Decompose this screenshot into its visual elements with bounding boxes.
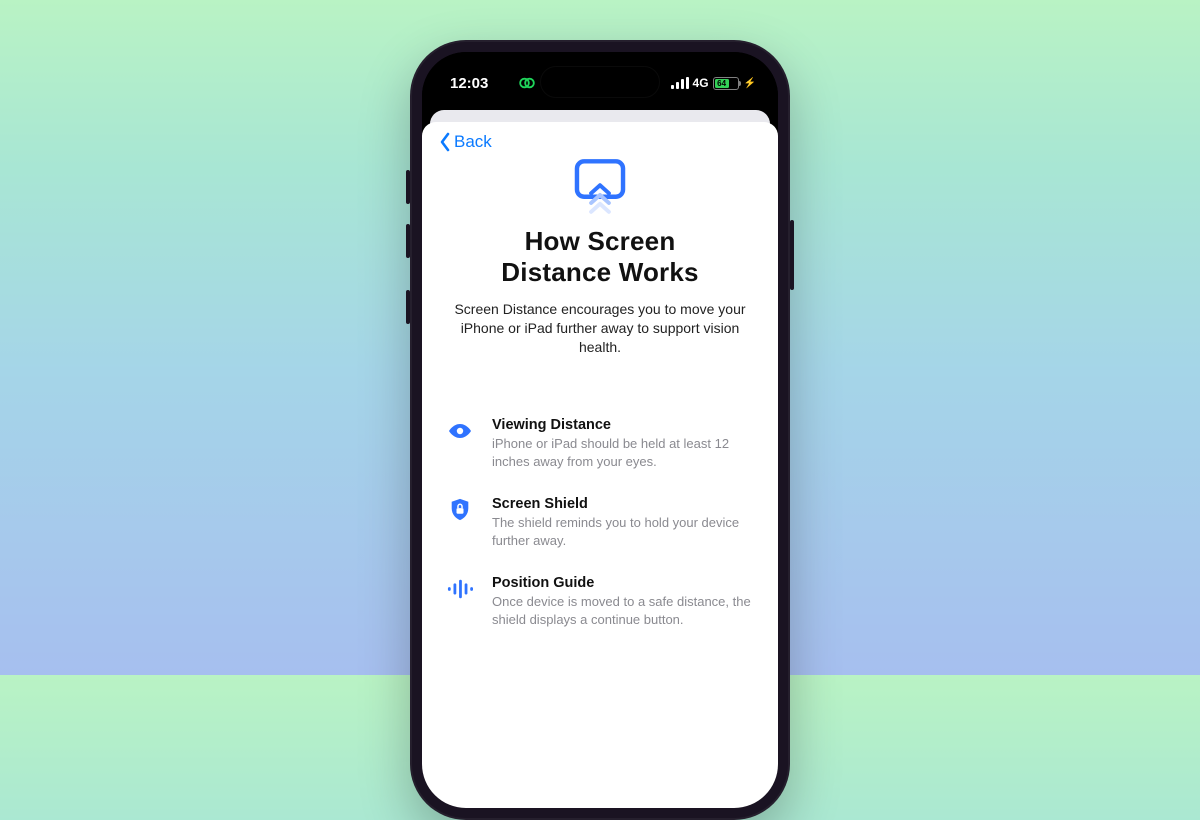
- waveform-icon: [446, 575, 474, 601]
- page-title: How Screen Distance Works: [501, 226, 698, 288]
- network-label: 4G: [693, 76, 709, 90]
- dynamic-island: [540, 66, 660, 98]
- battery-icon: 64: [713, 77, 739, 90]
- modal-sheet: Back How Screen Distance Works Screen Di…: [422, 122, 778, 808]
- back-button[interactable]: Back: [438, 132, 756, 152]
- screen-distance-hero-icon: [564, 156, 636, 218]
- eye-icon: [446, 417, 474, 443]
- feature-viewing-distance: Viewing Distance iPhone or iPad should b…: [446, 417, 754, 470]
- hero-section: How Screen Distance Works Screen Distanc…: [444, 156, 756, 357]
- shield-lock-icon: [446, 496, 474, 522]
- feature-desc: The shield reminds you to hold your devi…: [492, 514, 754, 549]
- feature-desc: iPhone or iPad should be held at least 1…: [492, 435, 754, 470]
- back-label: Back: [454, 132, 492, 152]
- page-description: Screen Distance encourages you to move y…: [444, 300, 756, 357]
- feature-title: Viewing Distance: [492, 417, 754, 433]
- feature-position-guide: Position Guide Once device is moved to a…: [446, 575, 754, 628]
- feature-desc: Once device is moved to a safe distance,…: [492, 593, 754, 628]
- chevron-left-icon: [438, 132, 452, 152]
- hotspot-indicator-icon: [510, 66, 544, 100]
- feature-title: Screen Shield: [492, 496, 754, 512]
- feature-title: Position Guide: [492, 575, 754, 591]
- charging-icon: ⚡: [744, 78, 756, 89]
- phone-screen: 12:03 4G 64 ⚡: [422, 52, 778, 808]
- feature-list: Viewing Distance iPhone or iPad should b…: [444, 417, 756, 668]
- cellular-signal-icon: [671, 77, 689, 89]
- battery-level: 64: [715, 79, 729, 88]
- feature-screen-shield: Screen Shield The shield reminds you to …: [446, 496, 754, 549]
- phone-frame: 12:03 4G 64 ⚡: [410, 40, 790, 820]
